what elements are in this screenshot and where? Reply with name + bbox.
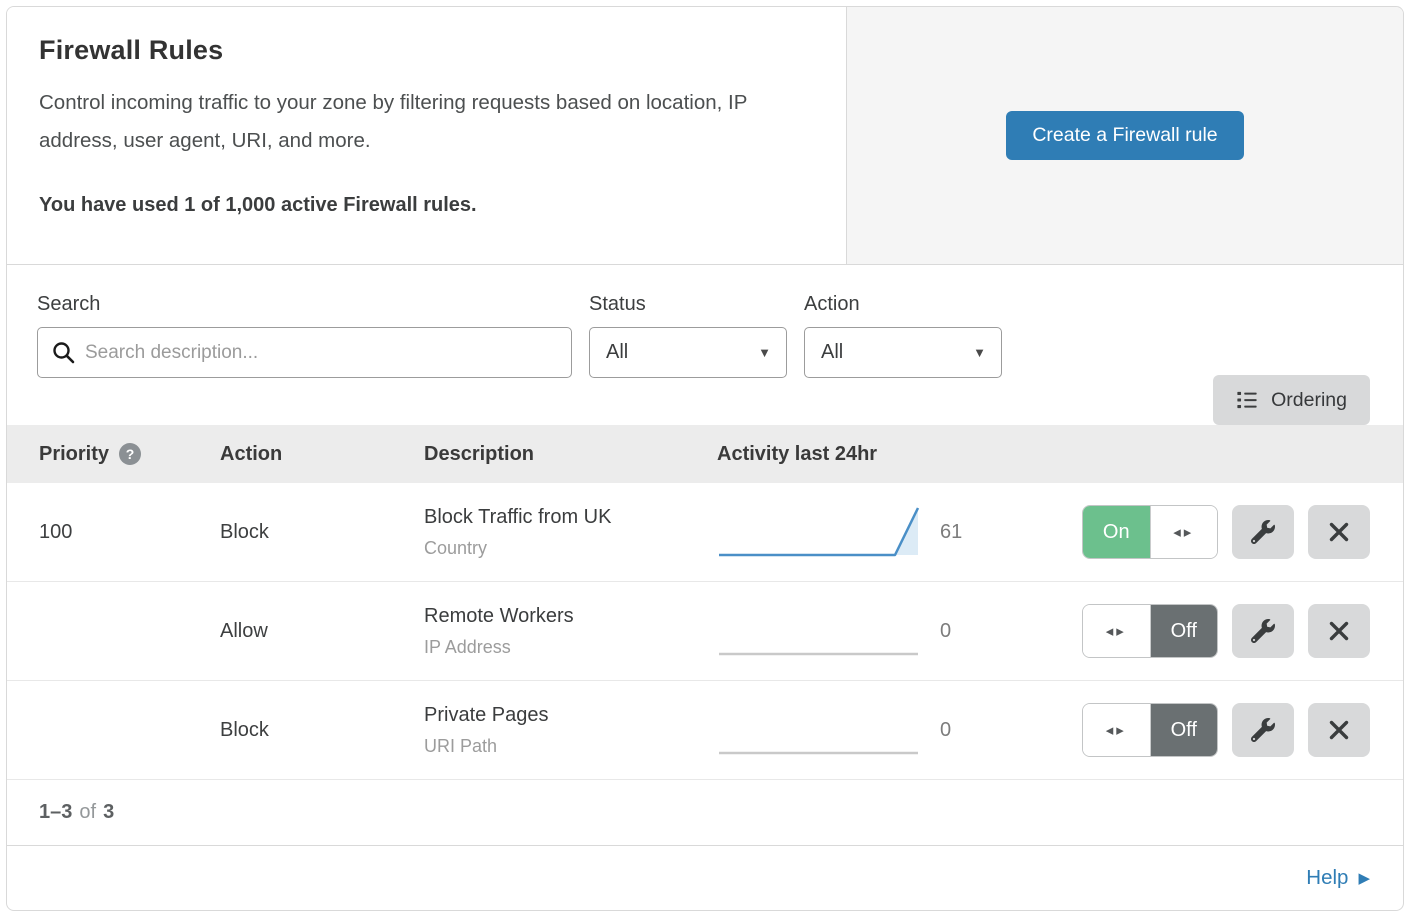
rule-description: Block Traffic from UK <box>424 506 717 529</box>
edit-rule-button[interactable] <box>1232 505 1294 559</box>
wrench-icon <box>1251 718 1275 742</box>
action-cell: Allow <box>220 620 424 643</box>
delete-rule-button[interactable] <box>1308 505 1370 559</box>
action-cell: Block <box>220 521 424 544</box>
row-controls: Off ◂▸ <box>1007 703 1403 757</box>
rule-type: URI Path <box>424 736 717 757</box>
activity-count: 0 <box>922 719 1007 742</box>
sparkline-chart <box>717 503 922 561</box>
action-select[interactable]: All ▼ <box>804 327 1002 378</box>
drag-arrows-icon: ◂▸ <box>1106 721 1127 739</box>
rule-type: IP Address <box>424 637 717 658</box>
sparkline-chart <box>717 602 922 660</box>
panel-header: Firewall Rules Control incoming traffic … <box>7 7 1403 265</box>
rule-description: Remote Workers <box>424 605 717 628</box>
rule-enable-toggle[interactable]: On ◂▸ <box>1082 505 1218 559</box>
chevron-down-icon: ▼ <box>973 345 986 360</box>
action-label: Action <box>804 293 1019 316</box>
arrow-right-icon: ▶ <box>1358 869 1370 887</box>
table-row: 100 Block Block Traffic from UK Country … <box>7 483 1403 582</box>
ordered-list-icon <box>1236 389 1258 411</box>
search-icon <box>51 340 76 365</box>
create-firewall-rule-button[interactable]: Create a Firewall rule <box>1006 111 1243 160</box>
rule-description: Private Pages <box>424 704 717 727</box>
table-header: Priority ? Action Description Activity l… <box>7 425 1403 483</box>
pagination-range: 1–3 <box>39 801 72 824</box>
description-cell: Private Pages URI Path <box>424 704 717 757</box>
pagination-bar: 1–3 of 3 <box>7 780 1403 846</box>
drag-arrows-icon: ◂▸ <box>1106 622 1127 640</box>
edit-rule-button[interactable] <box>1232 604 1294 658</box>
delete-rule-button[interactable] <box>1308 604 1370 658</box>
ordering-button[interactable]: Ordering <box>1213 375 1370 425</box>
description-cell: Block Traffic from UK Country <box>424 506 717 559</box>
filters-bar: Search Status All ▼ Action All ▼ <box>7 265 1403 425</box>
search-input[interactable] <box>37 327 572 378</box>
search-filter-group: Search <box>37 293 572 378</box>
x-icon <box>1327 619 1351 643</box>
header-action-panel: Create a Firewall rule <box>847 7 1403 264</box>
toggle-state-label: Off <box>1151 704 1218 756</box>
wrench-icon <box>1251 619 1275 643</box>
help-bar: Help ▶ <box>7 846 1403 910</box>
status-filter-group: Status All ▼ <box>589 293 804 378</box>
x-icon <box>1327 520 1351 544</box>
activity-sparkline <box>717 701 922 759</box>
toggle-handle[interactable]: ◂▸ <box>1150 506 1218 558</box>
sparkline-chart <box>717 701 922 759</box>
activity-count: 0 <box>922 620 1007 643</box>
wrench-icon <box>1251 520 1275 544</box>
column-activity: Activity last 24hr <box>717 443 922 466</box>
page-title: Firewall Rules <box>39 35 814 66</box>
page-description: Control incoming traffic to your zone by… <box>39 84 809 160</box>
rule-enable-toggle[interactable]: Off ◂▸ <box>1082 703 1218 757</box>
pagination-total: 3 <box>103 801 114 824</box>
row-controls: Off ◂▸ <box>1007 604 1403 658</box>
rule-type: Country <box>424 538 717 559</box>
action-filter-group: Action All ▼ <box>804 293 1019 378</box>
column-action: Action <box>220 443 424 466</box>
priority-cell: 100 <box>39 521 220 544</box>
table-row: Block Private Pages URI Path 0 Off ◂▸ <box>7 681 1403 780</box>
drag-arrows-icon: ◂▸ <box>1173 523 1194 541</box>
column-priority: Priority ? <box>39 443 220 466</box>
action-cell: Block <box>220 719 424 742</box>
action-selected-value: All <box>821 341 843 364</box>
description-cell: Remote Workers IP Address <box>424 605 717 658</box>
search-label: Search <box>37 293 572 316</box>
toggle-state-label: Off <box>1151 605 1218 657</box>
priority-header-label: Priority <box>39 443 109 466</box>
row-controls: On ◂▸ <box>1007 505 1403 559</box>
rule-enable-toggle[interactable]: Off ◂▸ <box>1082 604 1218 658</box>
table-row: Allow Remote Workers IP Address 0 Off ◂▸ <box>7 582 1403 681</box>
edit-rule-button[interactable] <box>1232 703 1294 757</box>
toggle-handle[interactable]: ◂▸ <box>1083 704 1151 756</box>
status-selected-value: All <box>606 341 628 364</box>
activity-count: 61 <box>922 521 1007 544</box>
priority-help-icon[interactable]: ? <box>119 443 141 465</box>
toggle-state-label: On <box>1083 506 1150 558</box>
status-label: Status <box>589 293 804 316</box>
usage-note: You have used 1 of 1,000 active Firewall… <box>39 194 814 217</box>
chevron-down-icon: ▼ <box>758 345 771 360</box>
firewall-rules-panel: Firewall Rules Control incoming traffic … <box>6 6 1404 911</box>
header-text-block: Firewall Rules Control incoming traffic … <box>7 7 847 264</box>
toggle-handle[interactable]: ◂▸ <box>1083 605 1151 657</box>
search-box <box>37 327 572 378</box>
pagination-of: of <box>79 801 96 824</box>
activity-sparkline <box>717 602 922 660</box>
delete-rule-button[interactable] <box>1308 703 1370 757</box>
status-select[interactable]: All ▼ <box>589 327 787 378</box>
activity-sparkline <box>717 503 922 561</box>
ordering-label: Ordering <box>1271 389 1347 412</box>
help-link[interactable]: Help ▶ <box>1306 866 1370 890</box>
help-label: Help <box>1306 866 1348 890</box>
column-description: Description <box>424 443 717 466</box>
x-icon <box>1327 718 1351 742</box>
